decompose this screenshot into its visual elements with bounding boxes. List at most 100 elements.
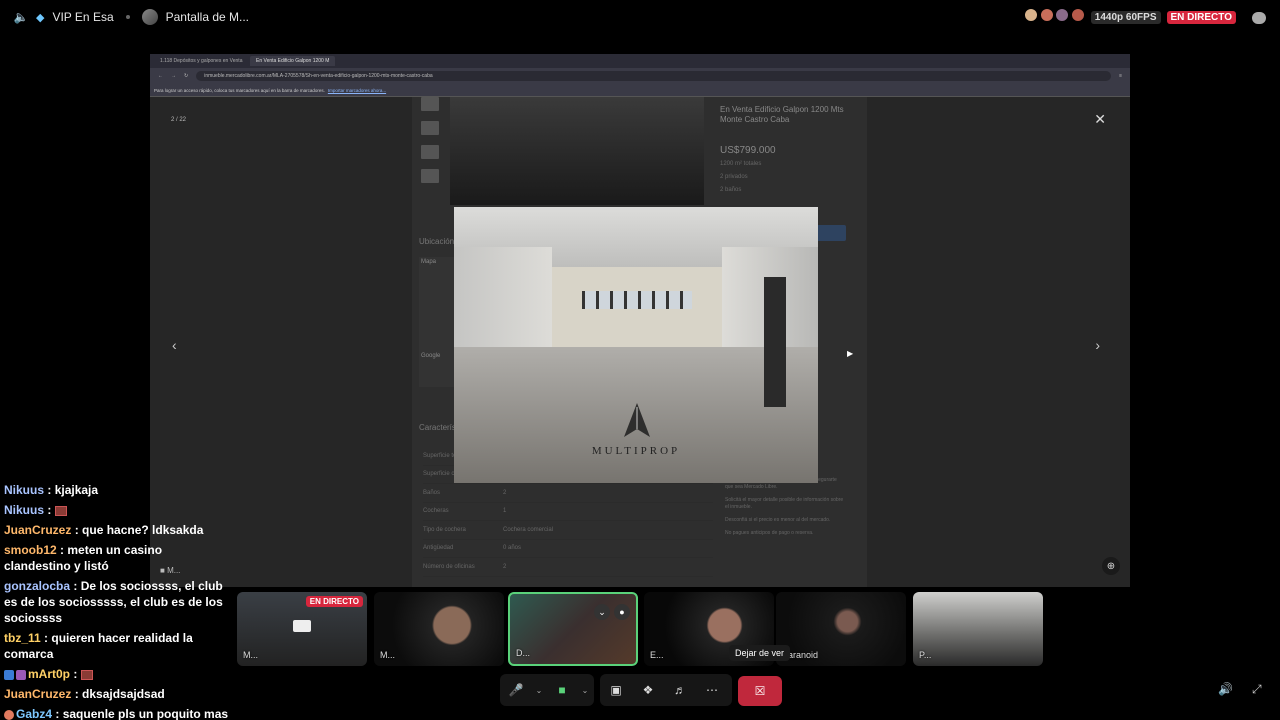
import-bookmarks-link[interactable]: Importar marcadores ahora...	[328, 88, 386, 93]
viewer-avatar	[1070, 8, 1085, 22]
viewer-avatar	[1039, 8, 1054, 22]
participant-name: M...	[243, 650, 258, 660]
chevron-down-icon[interactable]: ⌄	[594, 604, 610, 620]
forward-icon[interactable]: →	[171, 73, 176, 79]
listing-title: En Venta Edificio Galpon 1200 Mts Monte …	[720, 105, 844, 124]
participant-name: E...	[650, 650, 664, 660]
participant-name: P...	[919, 650, 932, 660]
exit-fullscreen-icon[interactable]: ⤢	[1252, 682, 1262, 697]
chevron-left-icon[interactable]: ‹	[172, 337, 177, 353]
mouse-cursor-icon: ▶	[847, 349, 854, 358]
thumbnail[interactable]	[421, 121, 439, 135]
viewer-avatar	[1055, 8, 1070, 22]
chat-message: tbz_11 : quieren hacer realidad la comar…	[4, 631, 193, 661]
listing-price: US$799.000	[720, 145, 776, 156]
top-bar: 🔈 ◆ VIP En Esa Pantalla de M... 1440p 60…	[0, 0, 1280, 34]
chat-message: smoob12 : meten un casino clandestino y …	[4, 543, 163, 573]
table-row: Baños 2	[423, 484, 713, 503]
table-row: Cocheras 1	[423, 503, 713, 521]
browser-address-bar: ← → ↻ inmueble.mercadolibre.com.ar/MLA-2…	[150, 68, 1130, 84]
table-row: Número de oficinas 2	[423, 558, 713, 577]
add-person-icon[interactable]: ●	[614, 604, 630, 620]
chat-message: Nikuus : kjajkaja	[4, 483, 99, 497]
stop-watching-button[interactable]: ☒	[738, 676, 782, 706]
chat-message: mArt0p :	[0, 664, 234, 684]
chevron-down-icon[interactable]: ⌄	[578, 674, 592, 706]
google-label: Google	[421, 353, 441, 359]
emote-icon	[54, 505, 67, 516]
channel-name[interactable]: VIP En Esa	[52, 10, 113, 24]
chat-message: Gabz4 : saquenle pls un poquito mas de z…	[0, 704, 234, 720]
map-tab[interactable]: Mapa	[419, 257, 459, 267]
table-row: Tipo de cochera Cochera comercial	[423, 521, 713, 540]
listing-feature: 2 baños	[720, 187, 742, 193]
table-row: Antigüedad 0 años	[423, 540, 713, 558]
thumbnail[interactable]	[421, 97, 439, 111]
back-icon[interactable]: ←	[158, 73, 163, 79]
map-preview[interactable]: Mapa Google	[419, 257, 459, 387]
chat-overlay: Nikuus : kjajkaja Nikuus : JuanCruzez : …	[0, 480, 234, 720]
list-item: Solicitá el mayor detalle posible de inf…	[725, 497, 844, 510]
emote-icon	[80, 669, 93, 680]
list-item: Desconfiá si el precio es menor al del m…	[725, 517, 831, 523]
bookmarks-bar: Para lograr un acceso rápido, coloca tus…	[150, 84, 1130, 97]
close-icon[interactable]: ✕	[1094, 111, 1106, 128]
previous-photo	[450, 97, 704, 205]
live-badge: EN DIRECTO	[1166, 11, 1236, 24]
participant-tile-speaking[interactable]: ⌄ ● D...	[508, 592, 638, 666]
warehouse-photo: MULTIPROP	[454, 207, 818, 483]
browser-tab[interactable]: 1.118 Depósitos y galpones en Venta	[154, 56, 246, 66]
screen-share-title: Pantalla de M...	[165, 10, 250, 24]
participant-tile-stream[interactable]: EN DIRECTO M...	[237, 592, 367, 666]
participant-name: M...	[380, 650, 395, 660]
stop-stream-icon: ☒	[754, 684, 766, 698]
more-options-icon[interactable]: ⋯	[696, 674, 728, 706]
url-field[interactable]: inmueble.mercadolibre.com.ar/MLA-2705578…	[196, 71, 1112, 81]
streamer-avatar	[141, 9, 158, 25]
reload-icon[interactable]: ↻	[184, 73, 188, 79]
media-controls: 🎤 ⌄ ■ ⌄	[500, 674, 594, 706]
participant-tile[interactable]: M...	[374, 592, 504, 666]
camera-icon[interactable]: ■	[546, 674, 578, 706]
participant-name: aranoid	[788, 650, 819, 660]
chat-message: gonzalocba : De los sociossss, el club e…	[4, 579, 223, 625]
browser-tab-active[interactable]: En Venta Edificio Galpon 1200 M	[250, 56, 336, 66]
viewer-avatars[interactable]	[1024, 8, 1085, 27]
volume-icon[interactable]: 🔊	[1218, 682, 1233, 696]
thumbnail-strip	[421, 97, 439, 193]
participant-tile[interactable]: aranoid	[776, 592, 906, 666]
listing-feature: 2 privados	[720, 174, 748, 180]
photo-watermark: MULTIPROP	[591, 445, 681, 457]
list-item: No pagues anticipos de pago o reserva.	[725, 530, 814, 536]
thumbnail[interactable]	[421, 145, 439, 159]
gem-icon: ◆	[36, 11, 45, 24]
menu-icon[interactable]: ≡	[1119, 73, 1122, 79]
live-badge: EN DIRECTO	[305, 596, 363, 607]
soundboard-icon[interactable]: ♬	[664, 674, 696, 706]
speaker-muted-icon[interactable]: 🔈	[14, 10, 29, 24]
photo-counter: 2 / 22	[171, 117, 187, 123]
zoom-icon[interactable]: ⊕	[1102, 557, 1120, 575]
activities-icon[interactable]: ❖	[632, 674, 664, 706]
badge-icon	[16, 669, 26, 680]
thumbnail[interactable]	[421, 169, 439, 183]
microphone-icon[interactable]: 🎤	[500, 674, 532, 706]
viewer-avatar	[1024, 8, 1039, 22]
chat-icon[interactable]	[1252, 11, 1266, 24]
activity-controls: ▣ ❖ ♬ ⋯	[600, 674, 732, 706]
stop-watching-tooltip: Dejar de ver	[729, 645, 791, 661]
chevron-down-icon[interactable]: ⌄	[532, 674, 546, 706]
badge-icon	[4, 669, 14, 680]
participant-tile[interactable]: P...	[913, 592, 1043, 666]
chat-message: JuanCruzez : que hacne? ldksakda	[4, 523, 204, 537]
multiprop-logo-icon	[624, 403, 650, 437]
chevron-right-icon[interactable]: ›	[1095, 337, 1100, 353]
share-screen-icon[interactable]: ▣	[600, 674, 632, 706]
bookmarks-hint: Para lograr un acceso rápido, coloca tus…	[154, 87, 325, 93]
safety-tips: Revisá el vendedor de los precios para a…	[725, 477, 845, 543]
shared-screen: 1.118 Depósitos y galpones en Venta En V…	[150, 54, 1130, 587]
location-heading: Ubicación	[419, 237, 455, 246]
photo-lightbox: En Venta Edificio Galpon 1200 Mts Monte …	[150, 97, 1130, 587]
separator	[125, 15, 130, 19]
badge-icon	[4, 709, 14, 720]
